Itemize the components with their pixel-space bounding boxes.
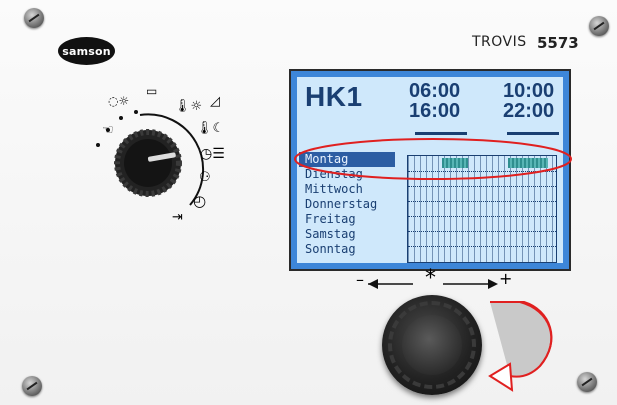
screw-icon	[24, 8, 44, 28]
rotate-left-label: –	[356, 270, 364, 289]
samson-logo: samson	[58, 37, 115, 65]
knob-cap	[402, 315, 462, 375]
clock-icon: ◴	[193, 192, 207, 210]
rotary-push-knob[interactable]	[382, 295, 482, 395]
highlight-ellipse	[294, 138, 572, 180]
manual-hand-icon: ☜	[102, 123, 114, 138]
thermometer-moon-icon: 🌡︎☾	[196, 121, 225, 136]
monitor-icon: ▭	[146, 84, 158, 98]
weekday-item[interactable]: Donnerstag	[299, 197, 409, 212]
rotation-arrows	[368, 279, 498, 289]
screw-icon	[22, 376, 42, 396]
weekday-item[interactable]: Sonntag	[299, 242, 409, 257]
standby-sun-icon: ◌☼	[108, 94, 130, 108]
weekday-item[interactable]: Freitag	[299, 212, 409, 227]
clock-shower-icon: ◷☰	[200, 146, 225, 162]
controller-panel: samson TROVIS 5573 ◌☼ ☜ ▭ 🌡︎☼ ◿ 🌡︎☾ ◷☰ ⚇…	[0, 0, 617, 405]
time-end-2: 22:00	[503, 100, 555, 122]
thermometer-sun-icon: 🌡︎☼	[174, 99, 203, 114]
product-name: TROVIS	[472, 34, 527, 50]
weekday-item[interactable]: Samstag	[299, 227, 409, 242]
heating-circuit-label: HK1	[305, 81, 363, 112]
rotate-knob-arrow-icon	[488, 301, 553, 392]
walk-icon: ⚇	[199, 170, 211, 185]
model-number: 5573	[537, 34, 579, 52]
screw-icon	[577, 372, 597, 392]
screw-icon	[589, 16, 609, 36]
time-start-2: 16:00	[409, 100, 461, 122]
door-arrow-icon: ⇥	[172, 210, 183, 225]
ramp-icon: ◿	[210, 94, 220, 109]
